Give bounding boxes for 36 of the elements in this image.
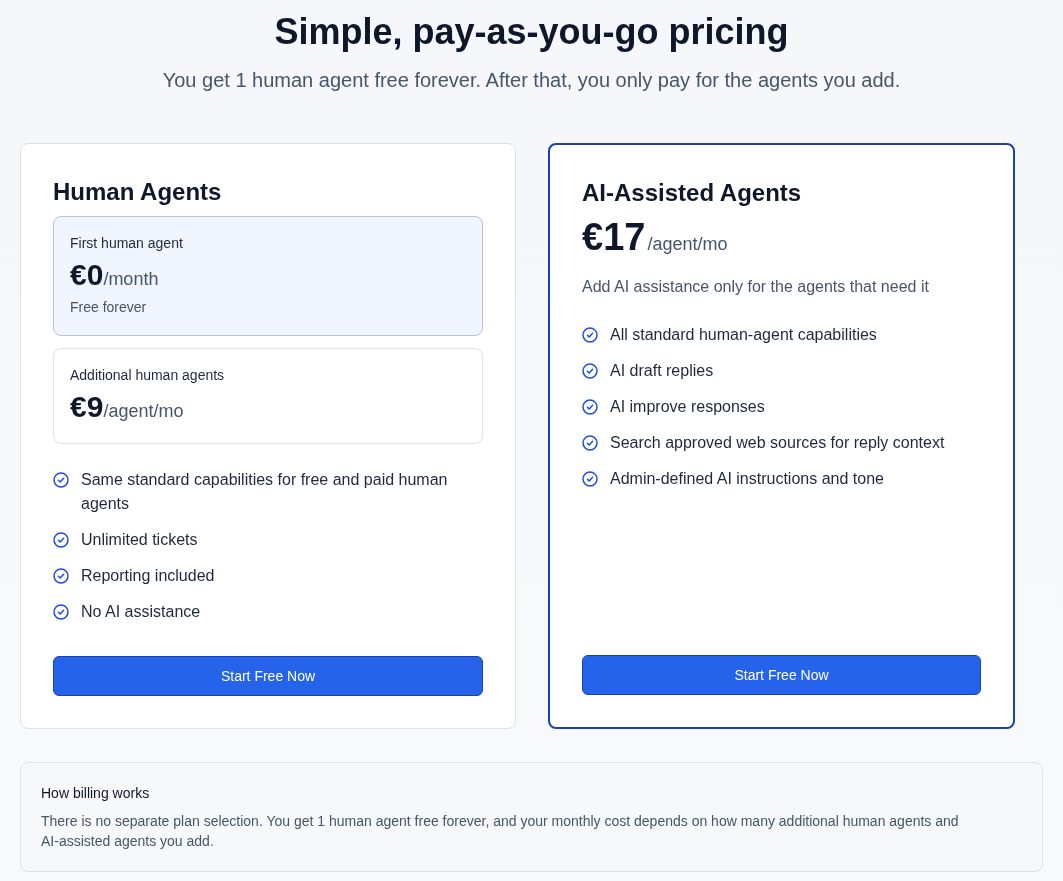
plan-description: Add AI assistance only for the agents that need it	[582, 277, 930, 297]
feature-text: Reporting included	[81, 566, 215, 586]
plan-title: Human Agents	[53, 177, 223, 207]
feature-text: Same standard capabilities for free and paid human agents	[81, 470, 449, 514]
feature-text: All standard human-agent capabilities	[610, 325, 877, 345]
price-period: /agent/mo	[103, 401, 184, 423]
tier-label: Additional human agents	[70, 366, 226, 385]
price-amount: €17	[582, 215, 646, 260]
tier-note: Free forever	[70, 298, 148, 317]
pricing-title: Simple, pay-as-you-go pricing	[273, 10, 790, 54]
billing-note-title: How billing works	[41, 784, 151, 803]
start-button[interactable]: Start Free Now	[582, 655, 981, 695]
feature-text: Search approved web sources for reply context	[610, 433, 945, 453]
price-amount: €9	[70, 389, 104, 425]
check-circle-icon	[582, 399, 598, 415]
check-circle-icon	[53, 568, 69, 584]
price-period: /month	[103, 269, 159, 291]
check-circle-icon	[582, 435, 598, 451]
check-circle-icon	[582, 363, 598, 379]
check-circle-icon	[53, 532, 69, 548]
feature-text: Unlimited tickets	[81, 530, 198, 550]
pricing-subtitle: You get 1 human agent free forever. After that, you only pay for the agents you add.	[161, 68, 902, 93]
tier-label: First human agent	[70, 234, 184, 253]
check-circle-icon	[582, 327, 598, 343]
feature-text: No AI assistance	[81, 602, 201, 622]
plan-title: AI-Assisted Agents	[582, 178, 803, 208]
start-button[interactable]: Start Free Now	[53, 656, 483, 696]
price-amount: €0	[70, 257, 104, 293]
feature-text: Admin-defined AI instructions and tone	[610, 469, 884, 489]
feature-text: AI draft replies	[610, 361, 714, 381]
billing-note-text: There is no separate plan selection. You get 1 human agent free forever, and your monthly cost depends on how many additional human agents and AI-assisted agents you add.	[41, 812, 960, 851]
check-circle-icon	[582, 471, 598, 487]
check-circle-icon	[53, 604, 69, 620]
price-period: /agent/mo	[647, 233, 728, 256]
feature-text: AI improve responses	[610, 397, 765, 417]
check-circle-icon	[53, 472, 69, 488]
